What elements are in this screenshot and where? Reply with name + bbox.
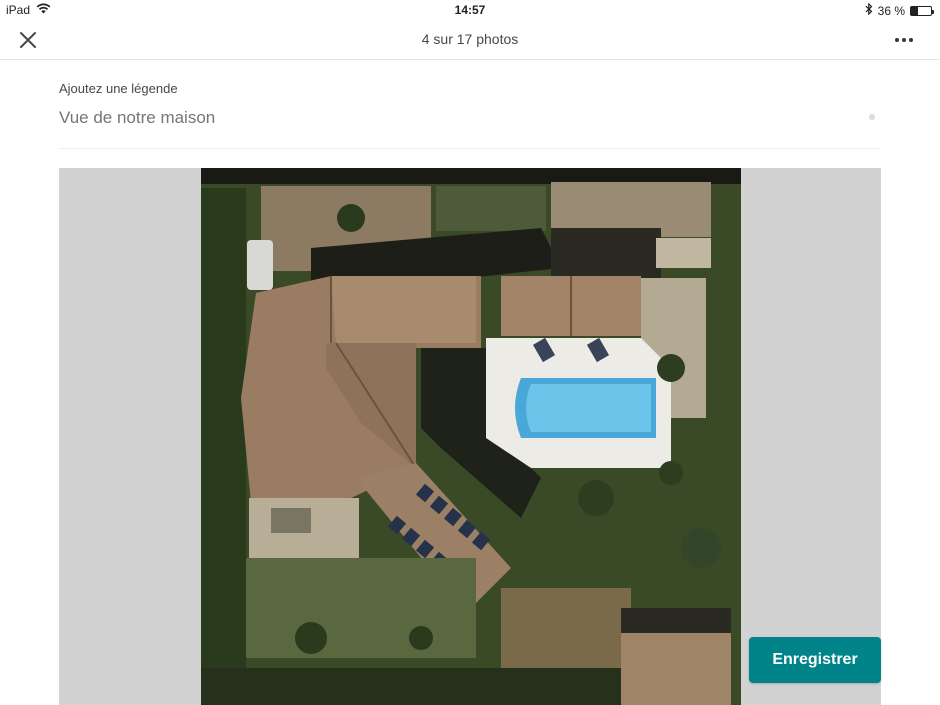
more-dot [902, 38, 906, 42]
more-options-icon[interactable] [892, 30, 916, 50]
more-dot [895, 38, 899, 42]
battery-level [911, 6, 919, 15]
battery-percent: 36 % [877, 3, 905, 18]
caption-divider [59, 148, 880, 149]
text-cursor-indicator [869, 114, 875, 120]
close-icon[interactable] [16, 28, 40, 52]
status-bar: iPad 14:57 36 % [0, 0, 940, 20]
header: 4 sur 17 photos [0, 20, 940, 60]
bluetooth-icon [865, 2, 873, 18]
save-button[interactable]: Enregistrer [749, 637, 881, 683]
photo-stage [59, 168, 881, 705]
caption-input[interactable] [59, 104, 879, 132]
aerial-house-pool-image [201, 168, 741, 705]
caption-label: Ajoutez une légende [59, 81, 178, 96]
battery-icon [910, 5, 934, 16]
photo-counter-title: 4 sur 17 photos [421, 31, 519, 47]
status-time: 14:57 [454, 3, 486, 17]
status-right: 36 % [865, 2, 934, 18]
more-dot [909, 38, 913, 42]
